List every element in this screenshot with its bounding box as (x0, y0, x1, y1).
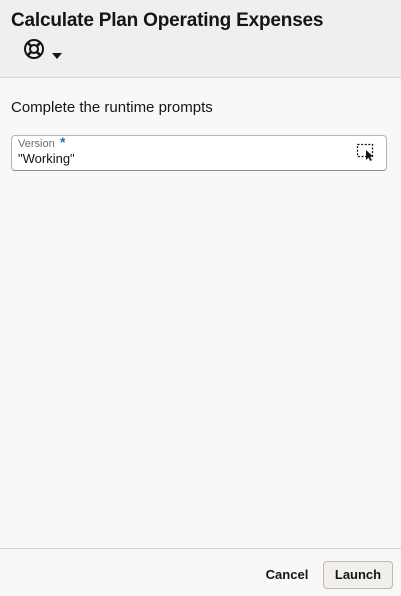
member-selector-icon[interactable] (356, 142, 376, 162)
help-menu-button[interactable] (23, 38, 62, 60)
lifebuoy-icon (23, 38, 45, 60)
dialog-footer: Cancel Launch (0, 548, 401, 596)
version-field-label: Version (18, 138, 55, 150)
version-field[interactable]: Version * "Working" (11, 134, 387, 171)
page-title: Calculate Plan Operating Expenses (11, 10, 324, 31)
version-field-value[interactable]: "Working" (18, 151, 75, 166)
required-indicator: * (60, 134, 66, 150)
prompts-heading: Complete the runtime prompts (11, 99, 213, 116)
dialog-header: Calculate Plan Operating Expenses (0, 0, 401, 78)
launch-button[interactable]: Launch (323, 561, 393, 589)
cancel-button[interactable]: Cancel (258, 561, 316, 589)
caret-down-icon (52, 46, 62, 59)
